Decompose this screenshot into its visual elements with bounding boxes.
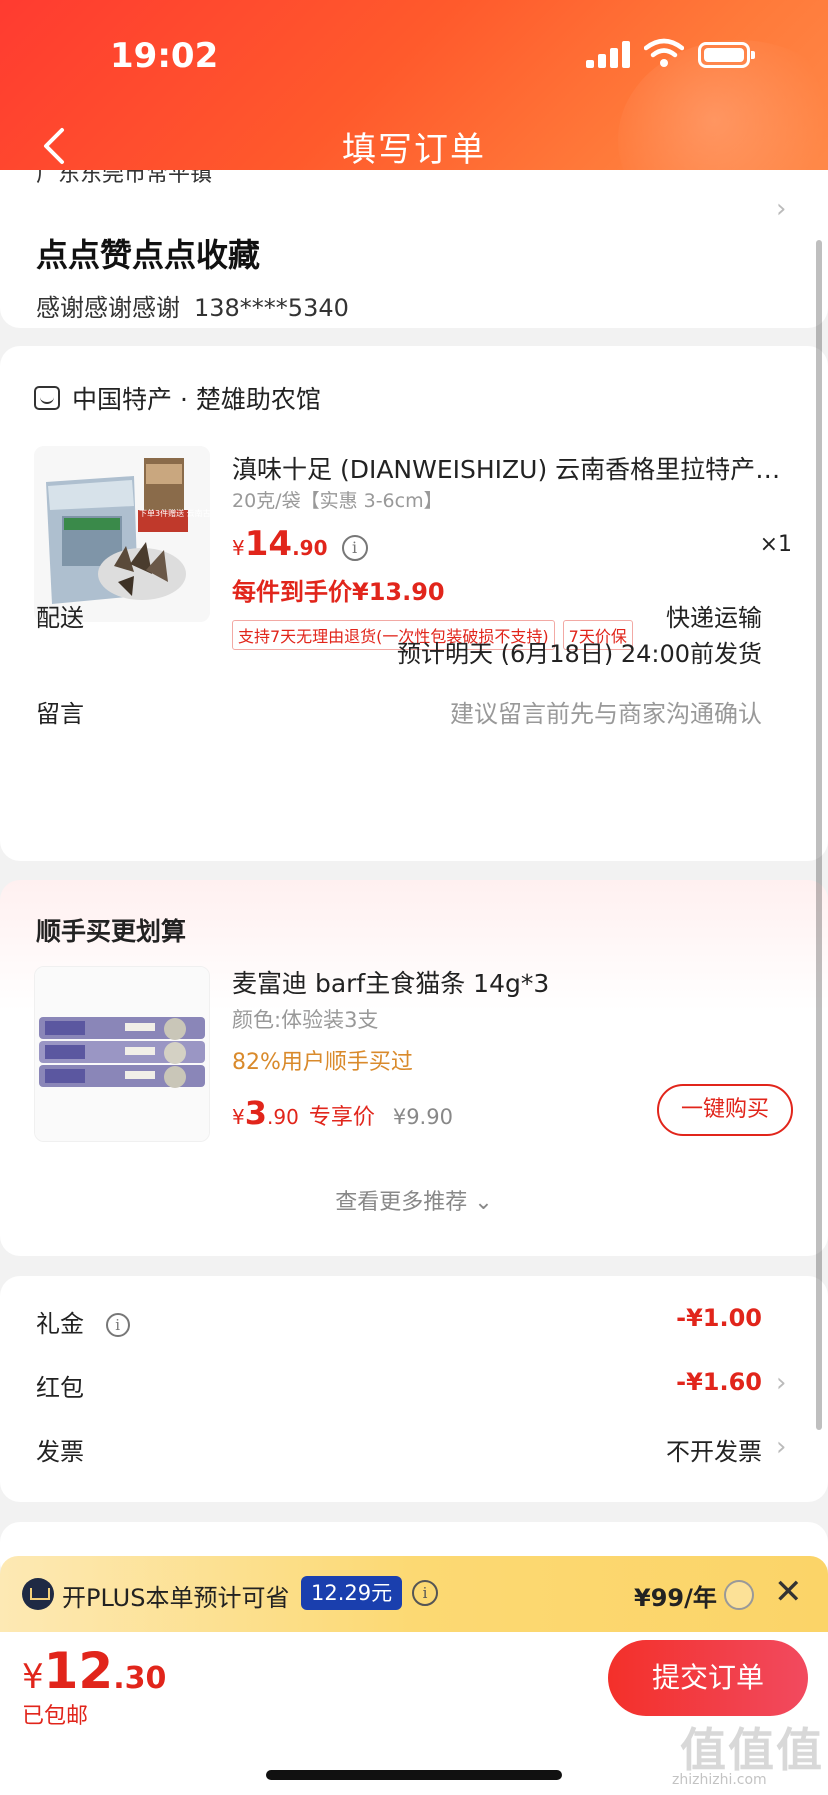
gift-money-text: 礼金 [36, 1310, 84, 1338]
status-bar: 19:02 [0, 0, 828, 110]
recipient-phone: 138****5340 [194, 294, 349, 322]
price-decimal: .90 [292, 536, 328, 560]
price-currency: ¥ [232, 536, 245, 560]
chevron-right-icon: › [776, 194, 787, 224]
note-label: 留言 [36, 700, 84, 728]
plus-crown-icon [22, 1578, 54, 1610]
recommend-image[interactable] [34, 966, 210, 1142]
invoice-label: 发票 [36, 1438, 84, 1466]
recommend-card: 顺手买更划算 麦富迪 barf主食猫条 14g*3 颜色:体验装3支 82%用户… [0, 880, 828, 1256]
info-icon[interactable]: i [341, 535, 368, 561]
red-packet-value[interactable]: -¥1.60 [676, 1368, 762, 1396]
delivery-method[interactable]: 快递运输 [666, 598, 762, 633]
shop-header[interactable]: 中国特产 · 楚雄助农馆 [34, 380, 321, 416]
plus-text: 开PLUS本单预计可省 [62, 1584, 290, 1612]
header: 19:02 填写订单 [0, 0, 828, 190]
address-region: 广东东莞市常平镇 [36, 170, 213, 187]
plus-banner[interactable]: 开PLUS本单预计可省 12.29元 i ¥99/年 ✕ [0, 1556, 828, 1632]
rec-price-label: 专享价 [308, 1105, 375, 1130]
more-recommend-link[interactable]: 查看更多推荐 ⌄ [0, 1184, 828, 1216]
scrollbar[interactable] [816, 240, 822, 1430]
gift-money-label: 礼金 i [36, 1304, 130, 1339]
address-contact: 感谢感谢感谢 138****5340 [36, 288, 363, 323]
chevron-right-icon: › [776, 1432, 787, 1462]
product-badge-text: 下单3件赠送 云南古法黑糖 [139, 508, 210, 518]
recipient-name: 感谢感谢感谢 [36, 294, 180, 322]
wifi-icon [644, 38, 684, 67]
delivery-label: 配送 [36, 604, 84, 632]
status-time: 19:02 [110, 36, 219, 76]
footer: ¥12.30 已包邮 提交订单 值值值 zhizhizhi.com [0, 1632, 828, 1795]
recommend-photo [35, 967, 209, 1141]
submit-order-button[interactable]: 提交订单 [608, 1640, 808, 1716]
recommend-spec: 颜色:体验装3支 [232, 1008, 379, 1032]
hand-price: 每件到手价¥13.90 [232, 578, 445, 606]
product-photo: 下单3件赠送 云南古法黑糖 [34, 446, 210, 622]
note-input[interactable]: 建议留言前先与商家沟通确认 [450, 694, 762, 729]
fee-card: 礼金 i -¥1.00 红包 -¥1.60 › 发票 不开发票 › [0, 1276, 828, 1502]
info-icon[interactable]: i [105, 1313, 130, 1337]
page-title: 填写订单 [342, 130, 486, 170]
invoice-value[interactable]: 不开发票 [666, 1432, 762, 1467]
total-decimal: .30 [113, 1661, 167, 1696]
rec-price-decimal: .90 [267, 1105, 299, 1129]
address-card[interactable]: 广东东莞市常平镇 点点赞点点收藏 感谢感谢感谢 138****5340 › [0, 170, 828, 328]
watermark-url: zhizhizhi.com [672, 1772, 767, 1788]
info-icon[interactable]: i [412, 1580, 438, 1606]
product-price: ¥14.90 i [232, 524, 368, 564]
recommend-rate: 82%用户顺手买过 [232, 1050, 413, 1075]
shop-name: 中国特产 · 楚雄助农馆 [72, 385, 321, 414]
battery-icon [698, 42, 755, 68]
free-shipping: 已包邮 [22, 1704, 89, 1729]
watermark: 值值值 [680, 1723, 824, 1777]
product-title[interactable]: 滇味十足 (DIANWEISHIZU) 云南香格里拉特产羊肚菌 [232, 450, 792, 486]
signal-icon [586, 40, 630, 68]
address-name: 点点赞点点收藏 [36, 236, 261, 274]
rec-price-currency: ¥ [232, 1105, 245, 1129]
recommend-price: ¥3.90 专享价 ¥9.90 [232, 1094, 453, 1132]
gift-money-value: -¥1.00 [676, 1304, 762, 1332]
rec-original-price: ¥9.90 [392, 1105, 453, 1129]
plus-price: ¥99/年 [634, 1584, 717, 1612]
red-packet-label: 红包 [36, 1374, 84, 1402]
total-price: ¥12.30 [22, 1642, 166, 1700]
plus-save-badge: 12.29元 [301, 1576, 403, 1610]
product-image[interactable]: 下单3件赠送 云南古法黑糖 [34, 446, 210, 622]
plus-checkbox[interactable] [724, 1580, 754, 1610]
recommend-title: 顺手买更划算 [36, 917, 187, 946]
home-indicator[interactable] [266, 1770, 562, 1780]
total-integer: 12 [43, 1642, 114, 1700]
product-spec: 20克/袋【实惠 3-6cm】 [232, 490, 443, 512]
shop-icon [34, 386, 60, 410]
close-icon[interactable]: ✕ [774, 1572, 803, 1612]
price-integer: 14 [244, 524, 293, 564]
one-click-buy-button[interactable]: 一键购买 [657, 1084, 793, 1136]
shop-card: 中国特产 · 楚雄助农馆 下单3件赠送 云南古法黑糖 滇味十足 (DIANWEI… [0, 346, 828, 861]
chevron-right-icon: › [776, 1368, 787, 1398]
total-currency: ¥ [22, 1657, 44, 1697]
delivery-time: 预计明天 (6月18日) 24:00前发货 [397, 640, 762, 668]
recommend-name[interactable]: 麦富迪 barf主食猫条 14g*3 [232, 964, 549, 1000]
product-quantity: ×1 [759, 532, 792, 557]
rec-price-integer: 3 [244, 1094, 267, 1132]
